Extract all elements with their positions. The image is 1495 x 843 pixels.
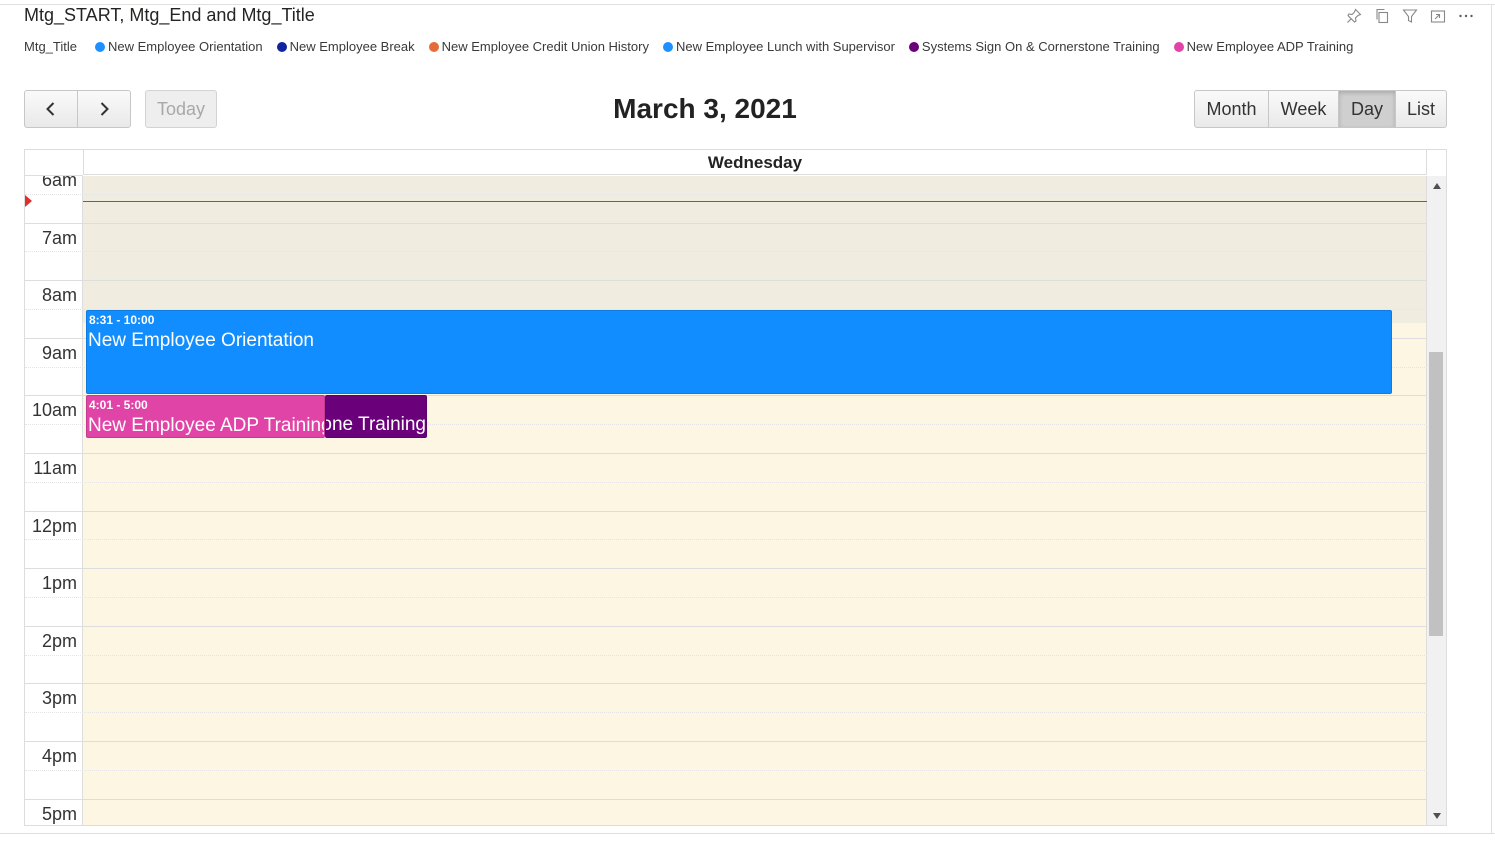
scrollbar-thumb[interactable] bbox=[1429, 352, 1443, 636]
time-label: 6am bbox=[41, 176, 77, 190]
time-label: 3pm bbox=[41, 688, 77, 709]
half-hour-gridline bbox=[25, 769, 1427, 771]
copy-icon[interactable] bbox=[1374, 7, 1390, 25]
time-label: 9am bbox=[41, 342, 77, 363]
list-view-button[interactable]: List bbox=[1395, 90, 1447, 128]
next-button[interactable] bbox=[77, 90, 131, 128]
half-hour-gridline bbox=[25, 193, 1427, 195]
legend-dot bbox=[662, 41, 673, 52]
filter-icon[interactable] bbox=[1402, 7, 1418, 25]
event-title: Systems Sign On & Cornerstone Training bbox=[326, 414, 426, 436]
more-options-icon[interactable] bbox=[1458, 7, 1474, 25]
time-label: 5pm bbox=[41, 803, 77, 824]
chevron-left-icon bbox=[46, 102, 55, 116]
time-label: 2pm bbox=[41, 630, 77, 651]
event-time: 8:31 - 10:00 bbox=[89, 313, 155, 328]
legend-item-systems-sign-on[interactable]: Systems Sign On & Cornerstone Training bbox=[908, 39, 1160, 54]
event-time: 4:01 - 5:00 bbox=[89, 398, 148, 413]
hour-gridline bbox=[25, 625, 1427, 627]
hour-gridline bbox=[25, 798, 1427, 800]
hour-gridline bbox=[25, 280, 1427, 282]
legend-label: New Employee Credit Union History bbox=[441, 39, 649, 54]
chevron-right-icon bbox=[100, 102, 109, 116]
visual-bottom-border bbox=[0, 833, 1495, 834]
legend-dot bbox=[1173, 41, 1184, 52]
day-column-header: Wednesday bbox=[83, 150, 1427, 175]
scroll-down-arrow-icon[interactable] bbox=[1427, 808, 1446, 824]
now-indicator-line bbox=[83, 200, 1427, 202]
time-label: 7am bbox=[41, 227, 77, 248]
half-hour-gridline bbox=[25, 481, 1427, 483]
legend-item-adp-training[interactable]: New Employee ADP Training bbox=[1173, 39, 1354, 54]
time-label: 1pm bbox=[41, 573, 77, 594]
visual-header-icons bbox=[1346, 7, 1474, 25]
event-new-employee-adp-training[interactable]: 4:01 - 5:00 New Employee ADP Training bbox=[86, 395, 325, 439]
visual-right-border bbox=[1491, 4, 1492, 834]
legend-title: Mtg_Title bbox=[24, 39, 77, 54]
today-button[interactable]: Today bbox=[145, 90, 217, 128]
legend-dot bbox=[908, 41, 919, 52]
event-title: New Employee Orientation bbox=[88, 330, 314, 352]
week-view-button[interactable]: Week bbox=[1268, 90, 1339, 128]
half-hour-gridline bbox=[25, 712, 1427, 714]
vertical-scrollbar[interactable] bbox=[1427, 176, 1446, 825]
hour-gridline bbox=[25, 222, 1427, 224]
hour-gridline bbox=[25, 683, 1427, 685]
legend-dot bbox=[276, 41, 287, 52]
legend-label: New Employee Break bbox=[289, 39, 415, 54]
time-label: 11am bbox=[33, 458, 77, 478]
prev-button[interactable] bbox=[24, 90, 78, 128]
half-hour-gridline bbox=[25, 251, 1427, 253]
focus-mode-icon[interactable] bbox=[1430, 7, 1446, 25]
time-axis bbox=[25, 176, 83, 825]
hour-gridline bbox=[25, 453, 1427, 454]
scroll-up-arrow-icon[interactable] bbox=[1427, 178, 1446, 194]
legend-item-lunch-with-supervisor[interactable]: New Employee Lunch with Supervisor bbox=[662, 39, 895, 54]
hour-gridline bbox=[25, 568, 1427, 570]
time-label: 8am bbox=[41, 285, 77, 306]
half-hour-gridline bbox=[25, 597, 1427, 598]
legend-item-credit-union-history[interactable]: New Employee Credit Union History bbox=[428, 39, 649, 54]
event-new-employee-orientation[interactable]: 8:31 - 10:00 New Employee Orientation bbox=[86, 310, 1392, 395]
legend-label: New Employee Lunch with Supervisor bbox=[675, 39, 895, 54]
visual-title: Mtg_START, Mtg_End and Mtg_Title bbox=[24, 5, 315, 25]
legend-dot bbox=[94, 41, 105, 52]
time-grid-scroll-area[interactable]: 6am 7am 8am 9am 10am 11am 12pm 1pm 2pm 3pm 4pm 5pm … bbox=[25, 176, 1427, 825]
day-column[interactable] bbox=[83, 176, 1427, 825]
legend: Mtg_Title New Employee Orientation New E… bbox=[24, 39, 1367, 54]
pin-icon[interactable] bbox=[1346, 7, 1362, 25]
hour-gridline bbox=[25, 741, 1427, 742]
time-label: 4pm bbox=[41, 746, 77, 766]
legend-label: New Employee Orientation bbox=[107, 39, 263, 54]
time-label: 12pm bbox=[31, 515, 77, 536]
day-calendar: Wednesday 6am 7am 8am 9am 10am 11am 12pm 1pm 2pm… bbox=[24, 149, 1447, 826]
event-title: New Employee ADP Training bbox=[88, 415, 325, 437]
legend-item-new-employee-break[interactable]: New Employee Break bbox=[276, 39, 415, 54]
event-systems-sign-on[interactable]: Systems Sign On & Cornerstone Training bbox=[325, 395, 427, 439]
legend-label: New Employee ADP Training bbox=[1186, 39, 1354, 54]
half-hour-gridline bbox=[25, 654, 1427, 656]
hour-gridline bbox=[25, 510, 1427, 512]
legend-label: Systems Sign On & Cornerstone Training bbox=[921, 39, 1160, 54]
legend-dot bbox=[428, 41, 439, 52]
past-time-shading bbox=[83, 176, 1426, 324]
time-grid: 6am 7am 8am 9am 10am 11am 12pm 1pm 2pm 3pm 4pm 5pm … bbox=[25, 176, 1427, 825]
half-hour-gridline bbox=[25, 539, 1427, 541]
time-label: 10am bbox=[31, 400, 77, 421]
month-view-button[interactable]: Month bbox=[1194, 90, 1269, 128]
day-view-button[interactable]: Day bbox=[1338, 90, 1396, 128]
legend-item-new-employee-orientation[interactable]: New Employee Orientation bbox=[94, 39, 263, 54]
now-indicator-arrow bbox=[25, 194, 32, 207]
calendar-title: March 3, 2021 bbox=[613, 93, 797, 124]
